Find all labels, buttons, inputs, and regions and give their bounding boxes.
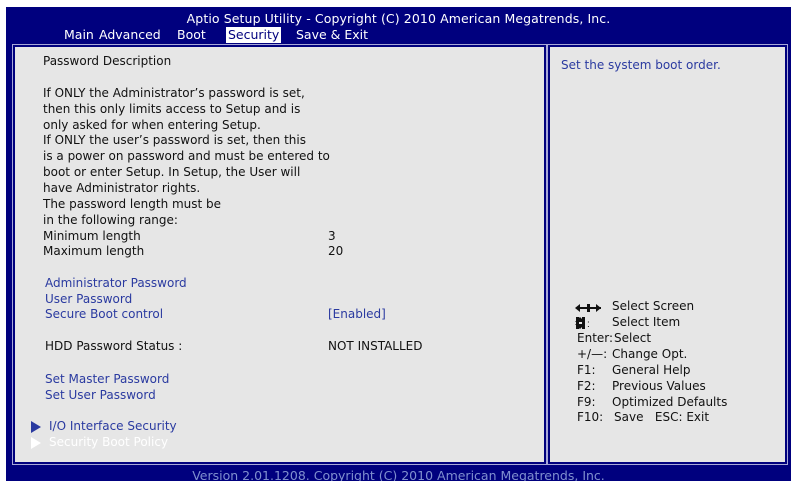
description-line: have Administrator rights.: [43, 181, 201, 195]
description-line: If ONLY the Administrator’s password is …: [43, 86, 305, 100]
key-desc-save-exit: Save ESC: Exit: [614, 410, 710, 424]
hdd-password-status-value: NOT INSTALLED: [328, 339, 423, 353]
key-desc-select: Select: [614, 331, 652, 345]
submenu-triangle-icon: [31, 421, 41, 433]
menu-main[interactable]: Main: [64, 27, 94, 43]
minimum-length-label: Minimum length: [43, 229, 141, 243]
security-boot-policy-item[interactable]: Security Boot Policy: [49, 435, 168, 449]
version-footer: Version 2.01.1208. Copyright (C) 2010 Am…: [192, 468, 605, 481]
secure-boot-control-item[interactable]: Secure Boot control: [45, 307, 163, 321]
description-line: then this only limits access to Setup an…: [43, 102, 301, 116]
svg-text::: :: [587, 319, 590, 329]
key-desc-select-screen: Select Screen: [612, 299, 695, 313]
description-line: boot or enter Setup. In Setup, the User …: [43, 165, 301, 179]
key-desc-previous-values: Previous Values: [612, 379, 706, 393]
key-desc-optimized-defaults: Optimized Defaults: [612, 395, 728, 409]
menu-advanced[interactable]: Advanced: [99, 27, 161, 43]
left-right-arrows-icon: [575, 304, 601, 312]
administrator-password-item[interactable]: Administrator Password: [45, 276, 187, 290]
key-desc-general-help: General Help: [612, 363, 691, 377]
password-description-heading: Password Description: [43, 54, 172, 68]
key-f2: F2:: [577, 379, 596, 393]
menu-save-exit[interactable]: Save & Exit: [296, 27, 368, 43]
description-line: If ONLY the user’s password is set, then…: [43, 133, 306, 147]
help-text: Set the system boot order.: [561, 58, 721, 72]
menu-boot[interactable]: Boot: [177, 27, 206, 43]
maximum-length-label: Maximum length: [43, 244, 145, 258]
user-password-item[interactable]: User Password: [45, 292, 132, 306]
minimum-length-value: 3: [328, 229, 336, 243]
menu-security[interactable]: Security: [226, 27, 282, 43]
submenu-triangle-icon: [31, 437, 41, 449]
hdd-password-status-label: HDD Password Status :: [45, 339, 183, 353]
window-title: Aptio Setup Utility - Copyright (C) 2010…: [186, 11, 611, 26]
io-interface-security-item[interactable]: I/O Interface Security: [49, 419, 177, 433]
up-down-arrows-icon: :: [575, 317, 590, 329]
key-desc-select-item: Select Item: [612, 315, 681, 329]
key-f1: F1:: [577, 363, 596, 377]
bios-window: Aptio Setup Utility - Copyright (C) 2010…: [6, 7, 791, 481]
description-line: is a power on password and must be enter…: [43, 149, 330, 163]
key-f9: F9:: [577, 395, 596, 409]
help-panel: Set the system boot order. Select Screen…: [547, 44, 788, 465]
set-user-password-item[interactable]: Set User Password: [45, 388, 156, 402]
description-line: The password length must be: [43, 197, 222, 211]
key-plus-minus: +/—:: [577, 347, 608, 361]
description-line: only asked for when entering Setup.: [43, 118, 261, 132]
settings-panel: Password Description If ONLY the Adminis…: [12, 44, 547, 465]
maximum-length-value: 20: [328, 244, 344, 258]
secure-boot-control-value[interactable]: [Enabled]: [328, 307, 386, 321]
set-master-password-item[interactable]: Set Master Password: [45, 372, 169, 386]
key-enter: Enter:: [577, 331, 614, 345]
description-line: in the following range:: [43, 213, 178, 227]
key-f10: F10:: [577, 410, 604, 424]
key-desc-change-opt: Change Opt.: [612, 347, 688, 361]
